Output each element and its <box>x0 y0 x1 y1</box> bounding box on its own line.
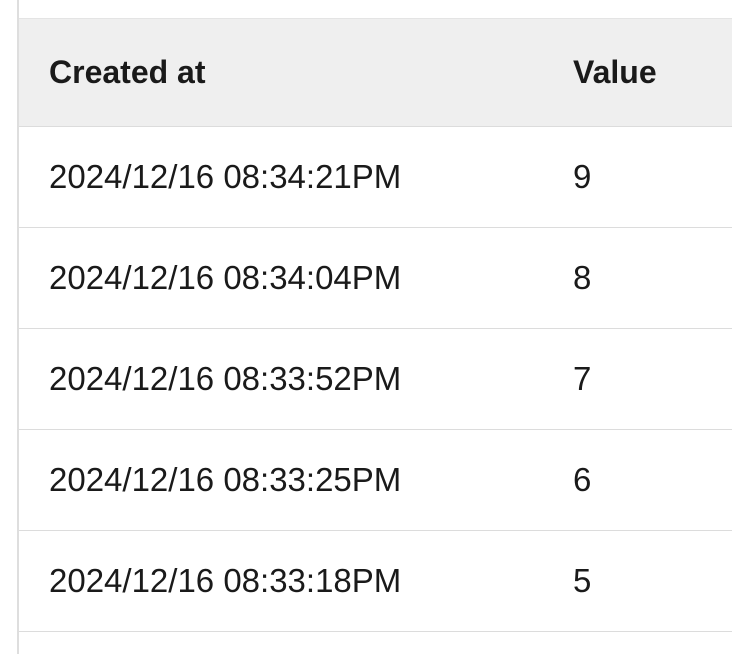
table-row[interactable]: 2024/12/16 08:34:04PM 8 <box>19 228 732 329</box>
data-table: Created at Value 2024/12/16 08:34:21PM 9… <box>19 18 732 632</box>
column-header-created-at[interactable]: Created at <box>49 19 206 126</box>
page: Created at Value 2024/12/16 08:34:21PM 9… <box>0 0 732 654</box>
table-header-row: Created at Value <box>19 19 732 127</box>
table-row[interactable]: 2024/12/16 08:34:21PM 9 <box>19 127 732 228</box>
table-row[interactable]: 2024/12/16 08:33:25PM 6 <box>19 430 732 531</box>
value-cell: 6 <box>573 461 592 498</box>
created-at-cell: 2024/12/16 08:33:52PM <box>49 360 402 397</box>
value-cell: 7 <box>573 360 592 397</box>
created-at-cell: 2024/12/16 08:33:25PM <box>49 461 402 498</box>
value-cell: 8 <box>573 259 592 296</box>
table-row[interactable]: 2024/12/16 08:33:18PM 5 <box>19 531 732 632</box>
value-cell: 9 <box>573 158 592 195</box>
column-header-value[interactable]: Value <box>573 19 657 126</box>
created-at-cell: 2024/12/16 08:33:18PM <box>49 562 402 599</box>
value-cell: 5 <box>573 562 592 599</box>
table-row[interactable]: 2024/12/16 08:33:52PM 7 <box>19 329 732 430</box>
created-at-cell: 2024/12/16 08:34:21PM <box>49 158 402 195</box>
created-at-cell: 2024/12/16 08:34:04PM <box>49 259 402 296</box>
